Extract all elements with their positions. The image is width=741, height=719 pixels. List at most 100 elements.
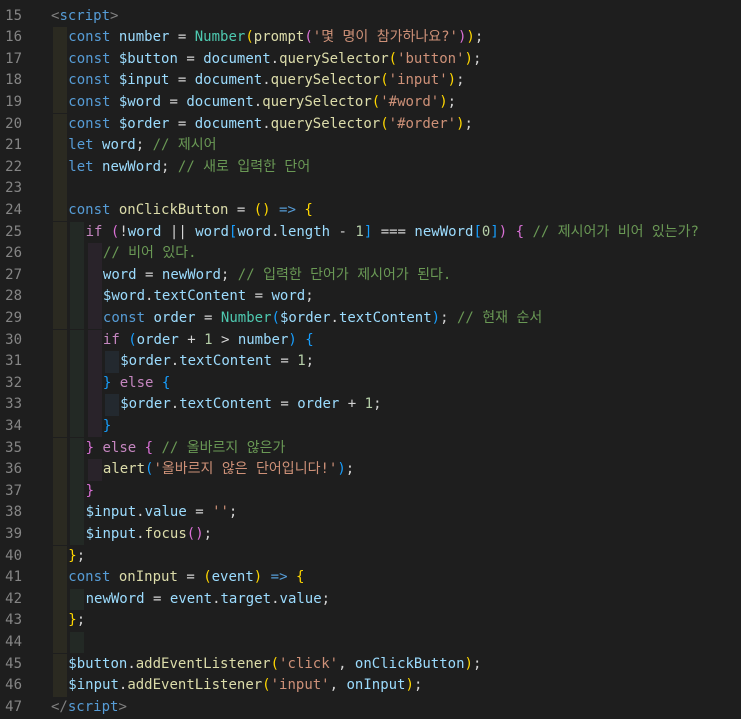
- code-line[interactable]: 40};: [0, 545, 741, 568]
- line-number: 21: [5, 137, 22, 154]
- code-token: (: [304, 29, 313, 46]
- code-token: (: [245, 29, 254, 46]
- code-token: =>: [270, 201, 305, 218]
- code-line[interactable]: 29 const order = Number($order.textConten…: [0, 307, 741, 330]
- code-token: script: [67, 698, 119, 715]
- code-line[interactable]: 28 $word.textContent = word;: [0, 286, 741, 308]
- code-line[interactable]: 21 let word; // 제시어: [0, 135, 741, 157]
- indent-guide: [53, 48, 67, 71]
- code-text: alert('올바르지 않은 단어입니다!');: [103, 459, 354, 481]
- code-token: (): [186, 525, 204, 542]
- line-number: 41: [5, 569, 22, 586]
- code-line[interactable]: 16 const number = Number(prompt('몇 명이 참가하…: [0, 27, 741, 49]
- code-line[interactable]: 43};: [0, 610, 741, 632]
- code-line[interactable]: 34}: [0, 415, 741, 438]
- code-token: ): [288, 331, 297, 348]
- code-line[interactable]: 36 alert('올바르지 않은 단어입니다!');: [0, 459, 741, 481]
- line-number: 16: [5, 29, 22, 46]
- code-token: '몇 명이 참가하나요?': [312, 29, 458, 46]
- code-line[interactable]: 17 const $button = document.querySelector…: [0, 48, 741, 71]
- code-line[interactable]: 41 const onInput = (event) => {: [0, 567, 741, 589]
- indent-guide: [53, 545, 67, 568]
- line-number: 19: [5, 93, 22, 110]
- code-line[interactable]: 20 const $order = document.querySelector(…: [0, 113, 741, 136]
- code-line[interactable]: 32} else {: [0, 372, 741, 395]
- code-text: $order.textContent = 1;: [120, 351, 314, 373]
- code-token: prompt: [253, 29, 305, 46]
- code-token: ;: [474, 29, 484, 46]
- line-number: 26: [5, 245, 22, 262]
- code-token: alert: [102, 461, 146, 478]
- code-token: (: [371, 93, 381, 110]
- code-token: event: [169, 590, 213, 607]
- code-token: value: [279, 590, 322, 607]
- code-text: const $button = document.querySelector('…: [68, 49, 481, 71]
- code-token: =: [169, 115, 195, 132]
- code-text: $input.value = '';: [86, 502, 238, 524]
- code-token: onInput: [346, 677, 406, 694]
- code-token: Number: [220, 309, 272, 326]
- indent-guide: [70, 437, 85, 460]
- code-line[interactable]: 31 $order.textContent = 1;: [0, 351, 741, 373]
- code-token: {: [295, 569, 305, 586]
- code-line[interactable]: 45 $button.addEventListener('click', onCl…: [0, 653, 741, 676]
- code-line[interactable]: 38 $input.value = '';: [0, 502, 741, 524]
- code-text: let newWord; // 새로 입력한 단어: [68, 157, 310, 179]
- code-line[interactable]: 37}: [0, 480, 741, 503]
- code-token: $input: [68, 677, 119, 694]
- indent-guide: [70, 264, 85, 287]
- code-line[interactable]: 27 word = newWord; // 입력한 단어가 제시어가 된다.: [0, 264, 741, 287]
- code-token: [: [473, 223, 482, 240]
- code-token: querySelector: [270, 72, 381, 89]
- code-token: document: [186, 93, 254, 110]
- code-line[interactable]: 19 const $word = document.querySelector('…: [0, 91, 741, 114]
- code-token: document: [194, 115, 263, 132]
- code-token: }: [85, 439, 95, 456]
- code-token: ]: [363, 223, 373, 240]
- code-token: ;: [456, 72, 465, 89]
- code-line[interactable]: 46 $input.addEventListener('input', onInp…: [0, 675, 741, 697]
- line-number: 20: [5, 115, 22, 132]
- code-line[interactable]: 26 // 비어 있다.: [0, 243, 741, 265]
- code-token: =: [195, 309, 221, 326]
- line-number: 15: [5, 7, 22, 24]
- indent-guide: [53, 178, 67, 200]
- code-line[interactable]: 35} else { // 올바르지 않은가: [0, 437, 741, 460]
- code-token: // 현재 순서: [456, 309, 543, 326]
- line-number: 28: [5, 288, 22, 305]
- code-token: ): [464, 655, 473, 672]
- code-token: =: [186, 504, 213, 521]
- code-line[interactable]: 24 const onClickButton = () => {: [0, 199, 741, 222]
- code-line[interactable]: 18 const $input = document.querySelector(…: [0, 70, 741, 92]
- code-token: ;: [373, 396, 382, 413]
- indent-guide: [53, 70, 67, 92]
- code-token: ;: [305, 288, 314, 305]
- code-token: .: [271, 223, 280, 240]
- code-token: number: [237, 331, 289, 348]
- code-line[interactable]: 23: [0, 178, 741, 200]
- code-text: $input.focus();: [86, 524, 212, 546]
- code-line[interactable]: 30 if (order + 1 > number) {: [0, 329, 741, 352]
- code-line[interactable]: 39 $input.focus();: [0, 523, 741, 546]
- indent-guide: [53, 459, 67, 481]
- code-line[interactable]: 47 </script>: [0, 697, 741, 719]
- code-token: +: [178, 331, 205, 348]
- code-token: newWord: [414, 223, 474, 240]
- indent-guide: [53, 653, 67, 676]
- code-token: querySelector: [270, 115, 381, 132]
- code-line[interactable]: 44: [0, 631, 741, 654]
- code-line[interactable]: 42 newWord = event.target.value;: [0, 588, 741, 611]
- code-line[interactable]: 22 let newWord; // 새로 입력한 단어: [0, 156, 741, 179]
- code-line[interactable]: 15 <script>: [0, 6, 741, 28]
- code-editor[interactable]: 15 <script> 16 const number = Number(prompt…: [0, 0, 741, 719]
- code-token: .: [271, 590, 280, 607]
- line-number: 33: [5, 396, 22, 413]
- code-token: Number: [194, 29, 246, 46]
- line-number: 24: [5, 201, 22, 218]
- code-line[interactable]: 33 $order.textContent = order + 1;: [0, 394, 741, 416]
- line-number: 46: [5, 677, 22, 694]
- code-text: } else {: [103, 373, 170, 395]
- code-line[interactable]: 25 if (!word || word[word.length - 1] ===…: [0, 221, 741, 244]
- code-token: =: [136, 266, 162, 283]
- code-token: .: [212, 590, 221, 607]
